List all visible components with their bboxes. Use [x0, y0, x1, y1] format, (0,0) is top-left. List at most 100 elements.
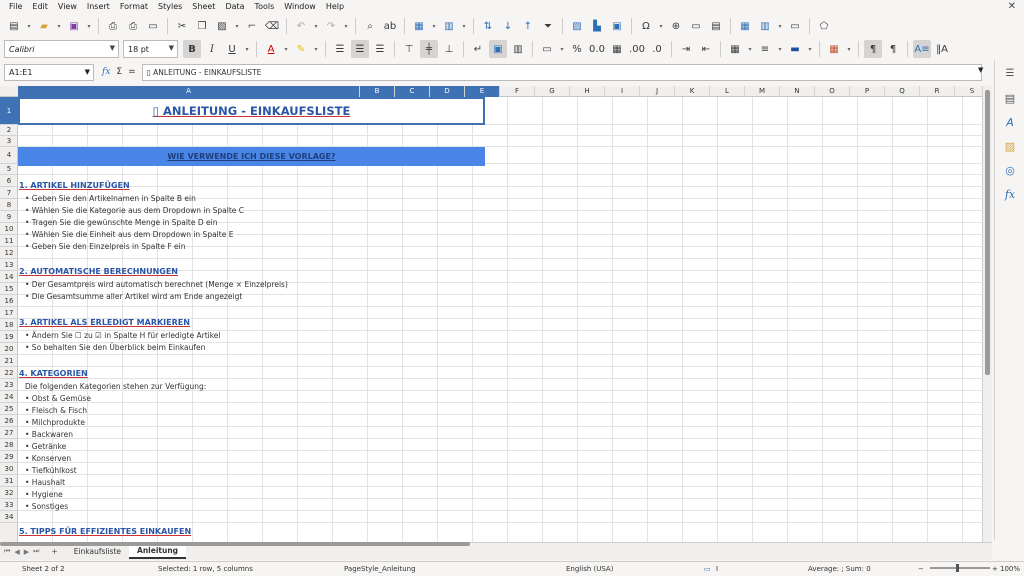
column-header-i[interactable]: I: [605, 86, 640, 97]
special-character-icon[interactable]: Ω: [637, 17, 655, 35]
menu-edit[interactable]: Edit: [27, 0, 53, 14]
functions-icon[interactable]: fx: [1003, 188, 1017, 202]
row-header[interactable]: 34: [0, 511, 18, 523]
language-status[interactable]: English (USA): [566, 565, 613, 573]
cut-icon[interactable]: ✂: [173, 17, 191, 35]
unmerge-cells-icon[interactable]: ▥: [509, 40, 527, 58]
menu-file[interactable]: File: [4, 0, 27, 14]
category-item[interactable]: • Obst & Gemüse: [25, 394, 91, 403]
highlight-dropdown-icon[interactable]: ▾: [312, 40, 320, 58]
section-heading[interactable]: 2. AUTOMATISCHE BERECHNUNGEN: [19, 267, 178, 276]
font-size-box[interactable]: 18 pt ▼: [123, 40, 178, 58]
column-header-f[interactable]: F: [500, 86, 535, 97]
sum-summary[interactable]: Average: ; Sum: 0: [808, 565, 871, 573]
highlight-color-icon[interactable]: ✎: [292, 40, 310, 58]
row-header[interactable]: 22: [0, 367, 18, 379]
instruction-line[interactable]: • Die Gesamtsumme aller Artikel wird am …: [25, 292, 242, 301]
left-to-right-icon[interactable]: ¶: [864, 40, 882, 58]
special-character-dropdown-icon[interactable]: ▾: [657, 17, 665, 35]
format-as-number-icon[interactable]: 0.0: [588, 40, 606, 58]
freeze-dropdown-icon[interactable]: ▾: [776, 17, 784, 35]
column-header-k[interactable]: K: [675, 86, 710, 97]
align-left-icon[interactable]: ☰: [331, 40, 349, 58]
function-wizard-icon[interactable]: fx: [102, 67, 110, 77]
zoom-out-icon[interactable]: −: [918, 565, 924, 573]
category-item[interactable]: • Haushalt: [25, 478, 65, 487]
insert-chart-icon[interactable]: ▙: [588, 17, 606, 35]
page-style[interactable]: PageStyle_Anleitung: [344, 565, 416, 573]
paste-icon[interactable]: ▨: [213, 17, 231, 35]
row-icon[interactable]: ▦: [410, 17, 428, 35]
chevron-down-icon[interactable]: ▼: [110, 44, 115, 52]
formula-input[interactable]: ▯ ANLEITUNG - EINKAUFSLISTE: [141, 63, 982, 81]
hyperlink-icon[interactable]: ⊕: [667, 17, 685, 35]
zoom-level[interactable]: 100%: [1000, 565, 1020, 573]
row-header[interactable]: 8: [0, 199, 18, 211]
column-dropdown-icon[interactable]: ▾: [460, 17, 468, 35]
format-as-date-icon[interactable]: ▦: [608, 40, 626, 58]
column-header-e[interactable]: E: [465, 86, 500, 97]
zoom-in-icon[interactable]: +: [992, 565, 998, 573]
row-header[interactable]: 7: [0, 187, 18, 199]
first-sheet-icon[interactable]: ⏮: [4, 547, 10, 556]
tab-einkaufsliste[interactable]: Einkaufsliste: [66, 545, 129, 558]
instruction-line[interactable]: • Tragen Sie die gewünschte Menge in Spa…: [25, 218, 217, 227]
row-header[interactable]: 4: [0, 147, 18, 164]
merge-center-icon[interactable]: ▣: [489, 40, 507, 58]
sidebar-menu-icon[interactable]: ☰: [1003, 68, 1017, 82]
row-header[interactable]: 9: [0, 211, 18, 223]
category-item[interactable]: • Konserven: [25, 454, 71, 463]
align-bottom-icon[interactable]: ⊥: [440, 40, 458, 58]
column-icon[interactable]: ▥: [440, 17, 458, 35]
border-color-icon[interactable]: ▬: [786, 40, 804, 58]
instruction-line[interactable]: • Geben Sie den Einzelpreis in Spalte F …: [25, 242, 186, 251]
category-item[interactable]: • Hygiene: [25, 490, 63, 499]
row-header[interactable]: 26: [0, 415, 18, 427]
row-header[interactable]: 10: [0, 223, 18, 235]
instruction-line[interactable]: • So behalten Sie den Überblick beim Ein…: [25, 343, 205, 352]
open-dropdown-icon[interactable]: ▾: [55, 17, 63, 35]
increase-indent-icon[interactable]: ⇥: [677, 40, 695, 58]
show-draw-functions-icon[interactable]: ⬠: [815, 17, 833, 35]
text-direction-lr-icon[interactable]: A≡: [913, 40, 931, 58]
spelling-icon[interactable]: ab: [381, 17, 399, 35]
delete-decimal-place-icon[interactable]: .0: [648, 40, 666, 58]
align-middle-icon[interactable]: ╪: [420, 40, 438, 58]
menu-format[interactable]: Format: [115, 0, 153, 14]
row-header[interactable]: 1: [0, 97, 18, 125]
menu-window[interactable]: Window: [279, 0, 321, 14]
border-color-dropdown-icon[interactable]: ▾: [806, 40, 814, 58]
menu-tools[interactable]: Tools: [250, 0, 280, 14]
expand-formula-bar-icon[interactable]: ▼: [978, 66, 988, 74]
row-header[interactable]: 31: [0, 475, 18, 487]
print-preview-icon[interactable]: ▭: [144, 17, 162, 35]
menu-view[interactable]: View: [53, 0, 82, 14]
sum-icon[interactable]: Σ: [116, 67, 122, 77]
formula-icon[interactable]: =: [128, 67, 136, 77]
horizontal-scrollbar-thumb[interactable]: [0, 542, 470, 546]
split-window-icon[interactable]: ▭: [786, 17, 804, 35]
print-icon[interactable]: ⎙: [124, 17, 142, 35]
row-header[interactable]: 6: [0, 175, 18, 187]
column-header-l[interactable]: L: [710, 86, 745, 97]
row-header[interactable]: 15: [0, 283, 18, 295]
row-header[interactable]: 33: [0, 499, 18, 511]
selection-mode-icon[interactable]: ▭: [704, 565, 711, 573]
conditional-dropdown-icon[interactable]: ▾: [845, 40, 853, 58]
sort-ascending-icon[interactable]: ↓: [499, 17, 517, 35]
find-replace-icon[interactable]: ⌕: [361, 17, 379, 35]
row-header[interactable]: 5: [0, 164, 18, 175]
add-decimal-place-icon[interactable]: .00: [628, 40, 646, 58]
column-header-q[interactable]: Q: [885, 86, 920, 97]
undo-dropdown-icon[interactable]: ▾: [312, 17, 320, 35]
font-color-icon[interactable]: A: [262, 40, 280, 58]
comment-icon[interactable]: ▭: [687, 17, 705, 35]
section-heading[interactable]: 5. TIPPS FÜR EFFIZIENTES EINKAUFEN: [19, 527, 191, 536]
undo-icon[interactable]: ↶: [292, 17, 310, 35]
cell-area[interactable]: ▯ ANLEITUNG - EINKAUFSLISTE WIE VERWENDE…: [18, 97, 982, 542]
name-box[interactable]: A1:E1 ▼: [4, 63, 94, 81]
paste-dropdown-icon[interactable]: ▾: [233, 17, 241, 35]
vertical-scrollbar[interactable]: [982, 86, 992, 542]
row-header[interactable]: 12: [0, 247, 18, 259]
row-header[interactable]: 16: [0, 295, 18, 307]
